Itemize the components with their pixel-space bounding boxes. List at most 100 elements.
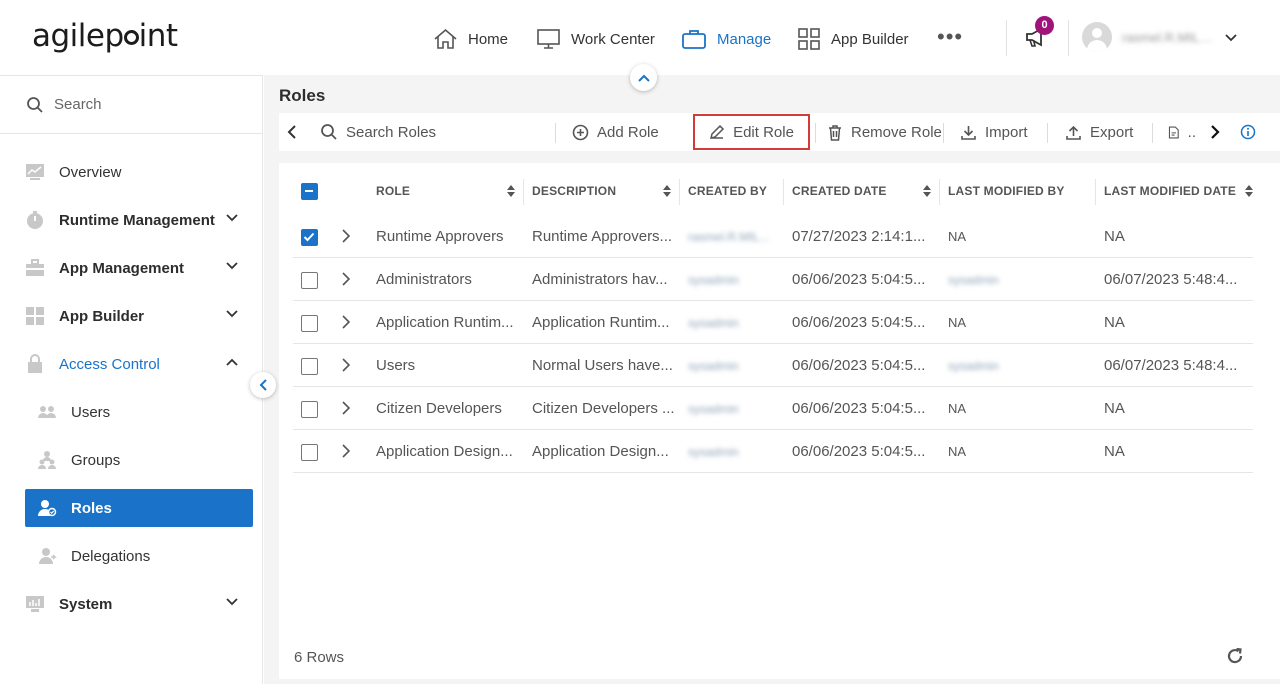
refresh-icon[interactable] [1226,647,1244,670]
row-checkbox[interactable] [301,315,318,332]
cell-last-modified-by: sysadmin [948,272,999,287]
table-row[interactable]: Administrators Administrators hav... sys… [293,258,1253,301]
select-all-checkbox[interactable] [301,183,318,200]
remove-role-button[interactable]: Remove Role [827,113,942,151]
lock-icon [25,354,45,374]
import-label: Import [985,123,1028,141]
page-title: Roles [279,86,326,105]
table-row[interactable]: Citizen Developers Citizen Developers ..… [293,387,1253,430]
sidebar-item-app-management[interactable]: App Management [25,249,253,287]
cell-created-date: 06/06/2023 5:04:5... [792,400,926,417]
sidebar-item-access-control[interactable]: Access Control [25,345,253,383]
toolbar-scroll-left-button[interactable] [287,113,305,151]
toolbar-scroll-right-button[interactable] [1210,113,1228,151]
row-checkbox[interactable] [301,358,318,375]
column-last-modified-by[interactable]: LAST MODIFIED BY [948,171,1095,211]
expand-chevron-icon[interactable] [341,401,350,415]
more-menu-icon[interactable]: ••• [937,26,963,48]
table-row[interactable]: Application Design... Application Design… [293,430,1253,473]
search-icon [27,96,43,113]
cell-created-by: sysadmin [688,401,739,416]
nav-app-builder[interactable]: App Builder [797,24,909,54]
info-button[interactable] [1240,113,1264,151]
table-row[interactable]: Runtime Approvers Runtime Approvers... r… [293,215,1253,258]
system-icon [25,594,45,614]
column-role[interactable]: ROLE [376,171,523,211]
sidebar-search[interactable]: Search [0,76,262,134]
upload-icon [1066,125,1081,140]
cell-created-by: sysadmin [688,358,739,373]
avatar[interactable] [1082,22,1112,52]
chevron-up-icon [226,358,238,366]
nav-work-center[interactable]: Work Center [536,24,655,54]
cell-role: Users [376,357,416,374]
sidebar-item-app-builder[interactable]: App Builder [25,297,253,335]
chevron-down-icon [226,310,238,318]
cell-last-modified-by: NA [948,401,967,416]
header-divider [1006,20,1007,56]
more-action-label: .. [1187,123,1196,141]
sidebar-item-label: App Builder [59,307,144,325]
toolbar: Search Roles Add Role Edit Role Remove R… [279,113,1280,151]
cell-last-modified-date: NA [1104,400,1125,417]
sidebar-item-delegations[interactable]: Delegations [25,537,253,575]
column-last-modified-date-label: LAST MODIFIED DATE [1104,184,1237,198]
expand-chevron-icon[interactable] [341,229,350,243]
nav-manage[interactable]: Manage [681,24,771,54]
export-button[interactable]: Export [1065,113,1133,151]
search-roles-input[interactable]: Search Roles [320,113,540,151]
row-checkbox[interactable] [301,272,318,289]
cell-created-date: 06/06/2023 5:04:5... [792,271,926,288]
cell-created-by: sysadmin [688,272,739,287]
table-row[interactable]: Users Normal Users have... sysadmin 06/0… [293,344,1253,387]
sidebar-item-roles[interactable]: Roles [25,489,253,527]
expand-chevron-icon[interactable] [341,272,350,286]
expand-chevron-icon[interactable] [341,315,350,329]
collapse-sidebar-button[interactable] [250,372,276,398]
column-last-modified-date[interactable]: LAST MODIFIED DATE [1104,171,1253,211]
chevron-down-icon[interactable] [1224,30,1238,48]
more-action-button[interactable]: .. [1168,113,1196,151]
column-created-date[interactable]: CREATED DATE [792,171,939,211]
nav-work-center-label: Work Center [571,30,655,48]
agilepoint-logo[interactable]: agilep int [32,18,178,54]
import-button[interactable]: Import [960,113,1028,151]
row-checkbox[interactable] [301,229,318,246]
toolbar-divider [1152,123,1153,143]
users-icon [37,402,57,422]
column-description[interactable]: DESCRIPTION [532,171,679,211]
header-divider-2 [1068,20,1069,56]
info-icon [1240,124,1256,140]
grid-icon [798,28,820,50]
username[interactable]: rasmel.R.MIL… [1122,30,1212,45]
cell-created-date: 06/06/2023 5:04:5... [792,443,926,460]
column-divider [523,179,524,205]
sidebar-item-label: Users [71,403,111,421]
sidebar-item-system[interactable]: System [25,585,253,623]
column-divider [679,179,680,205]
cell-description: Runtime Approvers... [532,228,673,245]
table-row[interactable]: Application Runtim... Application Runtim… [293,301,1253,344]
trash-icon [829,124,841,141]
column-created-by[interactable]: CREATED BY [688,171,783,211]
cell-last-modified-date: 06/07/2023 5:48:4... [1104,271,1238,288]
cell-description: Administrators hav... [532,271,668,288]
add-role-button[interactable]: Add Role [572,113,659,151]
column-last-modified-by-label: LAST MODIFIED BY [948,184,1065,198]
collapse-header-button[interactable] [630,64,657,91]
sidebar-item-users[interactable]: Users [25,393,253,431]
nav-home[interactable]: Home [433,24,508,54]
row-checkbox[interactable] [301,444,318,461]
delegations-icon [37,546,57,566]
grid-header: ROLE DESCRIPTION CREATED BY CREATED DATE [293,171,1253,211]
nav-app-builder-label: App Builder [831,30,909,48]
sidebar-item-runtime-management[interactable]: Runtime Management [25,201,253,239]
expand-chevron-icon[interactable] [341,444,350,458]
expand-chevron-icon[interactable] [341,358,350,372]
edit-role-button[interactable]: Edit Role [693,113,810,151]
row-checkbox[interactable] [301,401,318,418]
sidebar-item-overview[interactable]: Overview [25,153,253,191]
sidebar-item-groups[interactable]: Groups [25,441,253,479]
toolbar-divider [943,123,944,143]
search-icon [321,124,337,140]
